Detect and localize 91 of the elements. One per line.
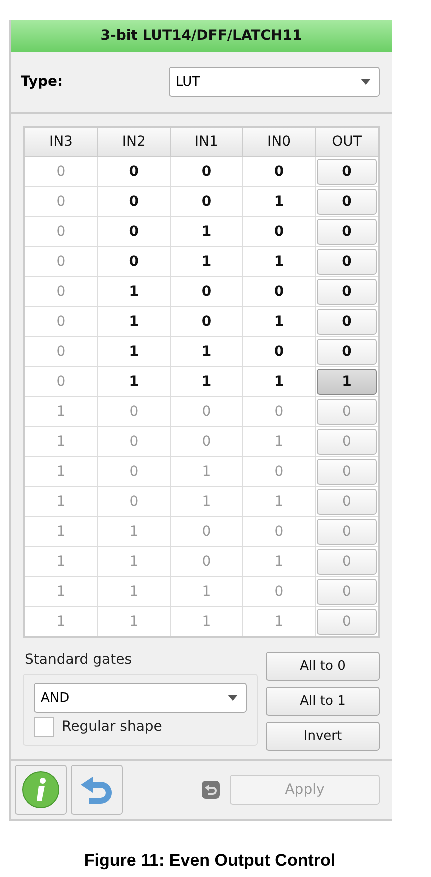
table-cell: 1 <box>170 246 243 276</box>
table-cell: 0 <box>24 216 98 246</box>
table-cell: 1 <box>98 546 170 576</box>
table-cell: 0 <box>98 456 170 486</box>
figure-caption: Figure 11: Even Output Control <box>83 851 337 871</box>
table-cell: 1 <box>24 426 98 456</box>
table-cell: 0 <box>24 156 98 186</box>
gate-dropdown[interactable]: AND <box>34 683 247 713</box>
table-cell: 0 <box>170 396 243 426</box>
table-cell: 0 <box>242 516 316 546</box>
column-header: IN1 <box>170 127 243 156</box>
column-header: IN0 <box>242 127 316 156</box>
info-button[interactable] <box>15 765 67 815</box>
table-cell: 0 <box>98 486 170 516</box>
table-cell: 1 <box>242 486 316 516</box>
table-cell: 0 <box>98 186 170 216</box>
table-cell: 0 <box>98 426 170 456</box>
caret-icon <box>361 79 371 85</box>
output-toggle-button[interactable]: 1 <box>317 368 377 394</box>
table-cell: 0 <box>24 336 98 366</box>
table-cell: 1 <box>24 576 98 606</box>
column-header: IN3 <box>24 127 98 156</box>
output-toggle-button[interactable]: 0 <box>317 308 377 334</box>
info-icon <box>22 771 60 809</box>
table-cell: 1 <box>242 306 316 336</box>
column-header: IN2 <box>98 127 170 156</box>
table-cell: 0 <box>24 306 98 336</box>
table-cell: 0 <box>98 156 170 186</box>
output-toggle-button[interactable]: 0 <box>317 248 377 274</box>
table-cell: 1 <box>98 516 170 546</box>
output-toggle-button[interactable]: 0 <box>317 278 377 304</box>
table-cell: 0 <box>98 216 170 246</box>
table-cell: 0 <box>242 336 316 366</box>
table-cell: 1 <box>24 486 98 516</box>
table-cell: 1 <box>242 366 316 396</box>
table-cell: 0 <box>170 156 243 186</box>
table-cell: 1 <box>24 546 98 576</box>
table-cell: 1 <box>242 246 316 276</box>
table-cell: 1 <box>98 576 170 606</box>
table-cell: 1 <box>170 456 243 486</box>
table-cell: 0 <box>170 276 243 306</box>
table-cell: 1 <box>242 426 316 456</box>
table-cell: 0 <box>170 426 243 456</box>
table-cell: 1 <box>24 456 98 486</box>
table-cell: 0 <box>242 456 316 486</box>
type-dropdown[interactable]: LUT <box>169 67 380 97</box>
table-cell: 1 <box>242 186 316 216</box>
table-cell: 1 <box>170 366 243 396</box>
output-toggle-button[interactable]: 0 <box>317 338 377 364</box>
table-cell: 0 <box>242 396 316 426</box>
output-toggle-button[interactable]: 0 <box>317 158 377 184</box>
table-cell: 0 <box>170 546 243 576</box>
undo-button[interactable] <box>71 765 123 815</box>
table-cell: 0 <box>170 516 243 546</box>
table-cell: 1 <box>24 396 98 426</box>
revert-icon <box>202 781 220 799</box>
output-toggle-button[interactable]: 0 <box>317 218 377 244</box>
undo-icon <box>79 775 115 805</box>
table-cell: 0 <box>242 216 316 246</box>
checkbox-label: Regular shape <box>62 719 162 735</box>
table-cell: 0 <box>170 306 243 336</box>
table-cell: 1 <box>98 306 170 336</box>
table-cell: 1 <box>170 576 243 606</box>
table-cell: 0 <box>24 366 98 396</box>
table-cell: 1 <box>98 366 170 396</box>
table-cell: 0 <box>242 576 316 606</box>
action-button[interactable]: All to 1 <box>266 687 380 716</box>
table-cell: 1 <box>24 516 98 546</box>
table-cell: 1 <box>242 546 316 576</box>
action-button[interactable]: Invert <box>266 722 380 751</box>
table-cell: 1 <box>98 336 170 366</box>
table-cell: 0 <box>242 276 316 306</box>
checkbox[interactable] <box>34 717 54 737</box>
table-cell: 0 <box>98 246 170 276</box>
table-cell: 0 <box>24 276 98 306</box>
output-toggle-button[interactable]: 0 <box>317 188 377 214</box>
action-button[interactable]: All to 0 <box>266 652 380 681</box>
table-cell: 0 <box>98 396 170 426</box>
caret-icon <box>228 695 238 701</box>
panel-title: 3-bit LUT14/DFF/LATCH11 <box>11 20 392 52</box>
table-cell: 0 <box>24 186 98 216</box>
type-label: Type: <box>21 74 64 90</box>
table-cell: 1 <box>170 336 243 366</box>
table-cell: 0 <box>242 156 316 186</box>
table-cell: 1 <box>98 276 170 306</box>
standard-gates-label: Standard gates <box>25 652 134 668</box>
table-cell: 1 <box>170 216 243 246</box>
column-header: OUT <box>316 127 379 156</box>
table-cell: 0 <box>24 246 98 276</box>
table-cell: 0 <box>170 186 243 216</box>
table-cell: 1 <box>170 486 243 516</box>
